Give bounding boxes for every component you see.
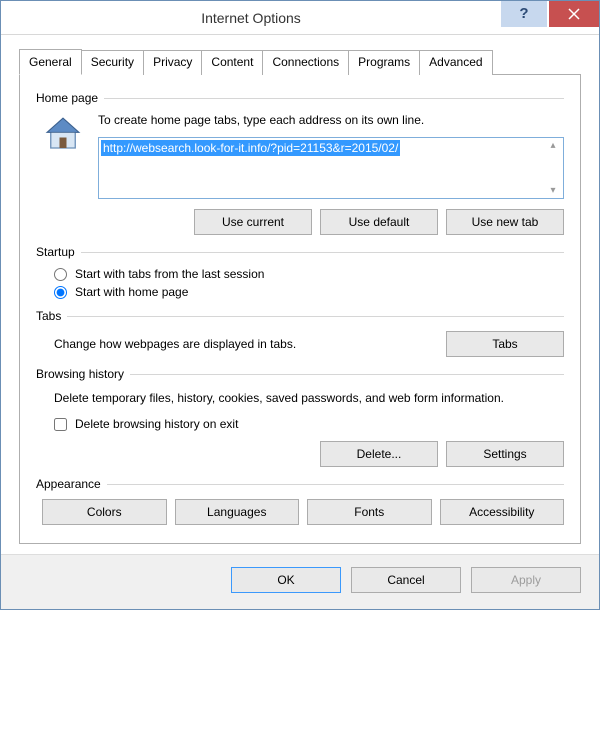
group-homepage: Home page To create home page tabs, type… [36, 91, 564, 235]
startup-homepage-radio[interactable] [54, 286, 67, 299]
fonts-button[interactable]: Fonts [307, 499, 432, 525]
group-appearance-label: Appearance [36, 477, 101, 491]
group-startup: Startup Start with tabs from the last se… [36, 245, 564, 299]
scroll-up-icon: ▴ [545, 140, 561, 151]
tab-general[interactable]: General [19, 49, 82, 75]
history-desc: Delete temporary files, history, cookies… [54, 389, 564, 407]
startup-last-session-label: Start with tabs from the last session [75, 267, 264, 281]
group-startup-label: Startup [36, 245, 75, 259]
cancel-button[interactable]: Cancel [351, 567, 461, 593]
use-default-button[interactable]: Use default [320, 209, 438, 235]
close-button[interactable] [549, 1, 599, 27]
languages-button[interactable]: Languages [175, 499, 300, 525]
group-appearance: Appearance Colors Languages Fonts Access… [36, 477, 564, 525]
homepage-url-text: http://websearch.look-for-it.info/?pid=2… [101, 140, 400, 156]
close-icon [568, 8, 580, 20]
help-button[interactable]: ? [501, 1, 547, 27]
startup-last-session-option[interactable]: Start with tabs from the last session [54, 267, 564, 281]
homepage-desc: To create home page tabs, type each addr… [98, 113, 564, 127]
group-history-label: Browsing history [36, 367, 124, 381]
tab-privacy[interactable]: Privacy [143, 50, 202, 75]
delete-history-button[interactable]: Delete... [320, 441, 438, 467]
divider [67, 316, 564, 317]
tab-content[interactable]: Content [201, 50, 263, 75]
delete-on-exit-checkbox[interactable] [54, 418, 67, 431]
scrollbar[interactable]: ▴ ▾ [545, 140, 561, 196]
accessibility-button[interactable]: Accessibility [440, 499, 565, 525]
homepage-url-input[interactable]: http://websearch.look-for-it.info/?pid=2… [98, 137, 564, 199]
tab-panel-general: Home page To create home page tabs, type… [19, 75, 581, 544]
titlebar: Internet Options ? [1, 1, 599, 35]
tab-connections[interactable]: Connections [262, 50, 349, 75]
divider [130, 374, 564, 375]
delete-on-exit-label: Delete browsing history on exit [75, 417, 238, 431]
tab-programs[interactable]: Programs [348, 50, 420, 75]
scroll-down-icon: ▾ [545, 185, 561, 196]
dialog-body: General Security Privacy Content Connect… [1, 35, 599, 554]
tab-advanced[interactable]: Advanced [419, 50, 492, 75]
group-homepage-label: Home page [36, 91, 98, 105]
home-icon [42, 113, 84, 155]
history-settings-button[interactable]: Settings [446, 441, 564, 467]
window-title: Internet Options [1, 10, 501, 26]
startup-homepage-option[interactable]: Start with home page [54, 285, 564, 299]
divider [107, 484, 564, 485]
dialog-footer: OK Cancel Apply [1, 554, 599, 609]
startup-last-session-radio[interactable] [54, 268, 67, 281]
internet-options-dialog: Internet Options ? General Security Priv… [0, 0, 600, 610]
tabs-desc: Change how webpages are displayed in tab… [54, 337, 296, 351]
group-tabs: Tabs Change how webpages are displayed i… [36, 309, 564, 357]
group-tabs-label: Tabs [36, 309, 61, 323]
tab-security[interactable]: Security [81, 50, 144, 75]
tab-strip: General Security Privacy Content Connect… [19, 49, 581, 75]
ok-button[interactable]: OK [231, 567, 341, 593]
delete-on-exit-option[interactable]: Delete browsing history on exit [54, 417, 564, 431]
startup-homepage-label: Start with home page [75, 285, 188, 299]
colors-button[interactable]: Colors [42, 499, 167, 525]
divider [81, 252, 564, 253]
tabs-button[interactable]: Tabs [446, 331, 564, 357]
divider [104, 98, 564, 99]
group-history: Browsing history Delete temporary files,… [36, 367, 564, 467]
use-new-tab-button[interactable]: Use new tab [446, 209, 564, 235]
apply-button[interactable]: Apply [471, 567, 581, 593]
use-current-button[interactable]: Use current [194, 209, 312, 235]
